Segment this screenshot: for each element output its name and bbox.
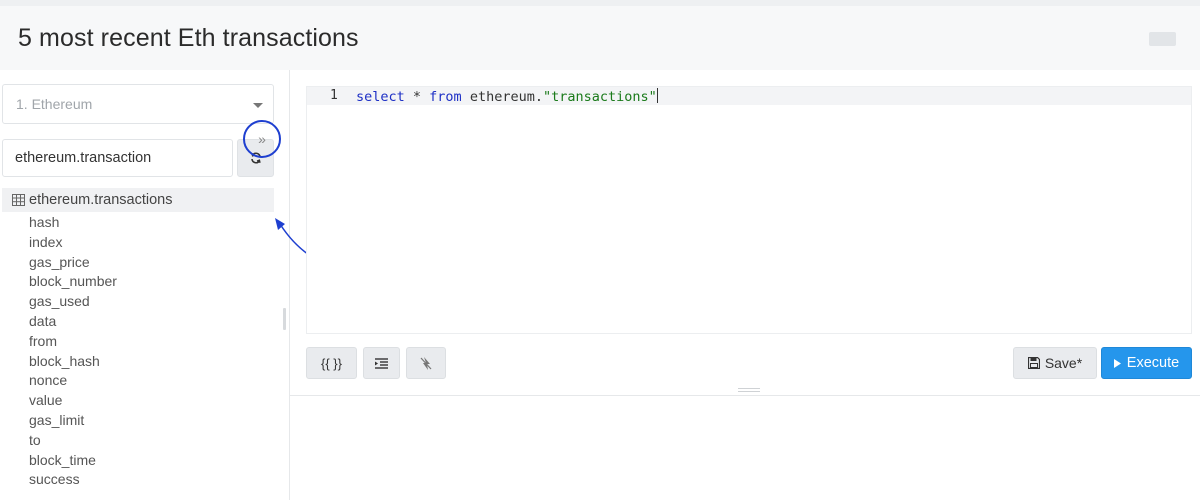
caret-down-icon bbox=[253, 103, 263, 108]
schema-search-input[interactable] bbox=[2, 139, 233, 177]
column-item[interactable]: index bbox=[29, 233, 117, 253]
column-item[interactable]: success bbox=[29, 470, 117, 490]
table-grid-icon bbox=[12, 194, 25, 206]
schema-table-row[interactable]: ethereum.transactions bbox=[2, 188, 274, 212]
column-item[interactable]: nonce bbox=[29, 371, 117, 391]
line-number: 1 bbox=[330, 88, 338, 103]
results-resize-handle[interactable] bbox=[738, 388, 760, 392]
play-icon bbox=[1113, 358, 1121, 368]
code-star: * bbox=[404, 89, 430, 105]
column-item[interactable]: data bbox=[29, 312, 117, 332]
sidebar-resize-handle[interactable] bbox=[283, 308, 286, 330]
floppy-disk-icon bbox=[1027, 357, 1040, 369]
column-item[interactable]: gas_limit bbox=[29, 411, 117, 431]
datasource-select-value: 1. Ethereum bbox=[16, 96, 93, 112]
header-action-button[interactable] bbox=[1149, 32, 1176, 46]
format-query-button[interactable] bbox=[363, 347, 400, 379]
datasource-select[interactable]: 1. Ethereum bbox=[2, 84, 274, 124]
results-divider bbox=[290, 395, 1200, 396]
autocomplete-toggle-button[interactable] bbox=[406, 347, 446, 379]
query-code[interactable]: select * from ethereum."transactions" bbox=[356, 88, 658, 105]
save-label: Save* bbox=[1044, 355, 1083, 371]
page-title: 5 most recent Eth transactions bbox=[18, 24, 359, 52]
code-keyword-select: select bbox=[356, 89, 405, 105]
column-item[interactable]: block_hash bbox=[29, 352, 117, 372]
save-button[interactable]: Save* bbox=[1013, 347, 1097, 379]
insert-table-button[interactable]: » bbox=[243, 120, 281, 158]
execute-label: Execute bbox=[1126, 355, 1180, 371]
code-table-string: "transactions" bbox=[542, 89, 657, 105]
column-item[interactable]: value bbox=[29, 391, 117, 411]
column-item[interactable]: hash bbox=[29, 213, 117, 233]
params-label: {{ }} bbox=[321, 355, 342, 371]
page-header: 5 most recent Eth transactions bbox=[0, 0, 1200, 70]
code-keyword-from: from bbox=[429, 89, 462, 105]
indent-icon bbox=[375, 357, 388, 369]
column-item[interactable]: gas_used bbox=[29, 292, 117, 312]
query-editor[interactable]: 1 select * from ethereum."transactions" bbox=[306, 86, 1192, 334]
code-schema: ethereum. bbox=[461, 89, 543, 105]
add-parameter-button[interactable]: {{ }} bbox=[306, 347, 357, 379]
column-item[interactable]: block_number bbox=[29, 272, 117, 292]
autocomplete-icon bbox=[420, 356, 432, 370]
column-list: hash index gas_price block_number gas_used da… bbox=[29, 213, 117, 490]
column-item[interactable]: from bbox=[29, 332, 117, 352]
double-chevron-right-icon: » bbox=[258, 131, 266, 147]
text-cursor bbox=[656, 88, 658, 103]
column-item[interactable]: to bbox=[29, 431, 117, 451]
column-item[interactable]: block_time bbox=[29, 451, 117, 471]
schema-table-name: ethereum.transactions bbox=[29, 192, 173, 208]
column-item[interactable]: gas_price bbox=[29, 253, 117, 273]
execute-button[interactable]: Execute bbox=[1101, 347, 1192, 379]
